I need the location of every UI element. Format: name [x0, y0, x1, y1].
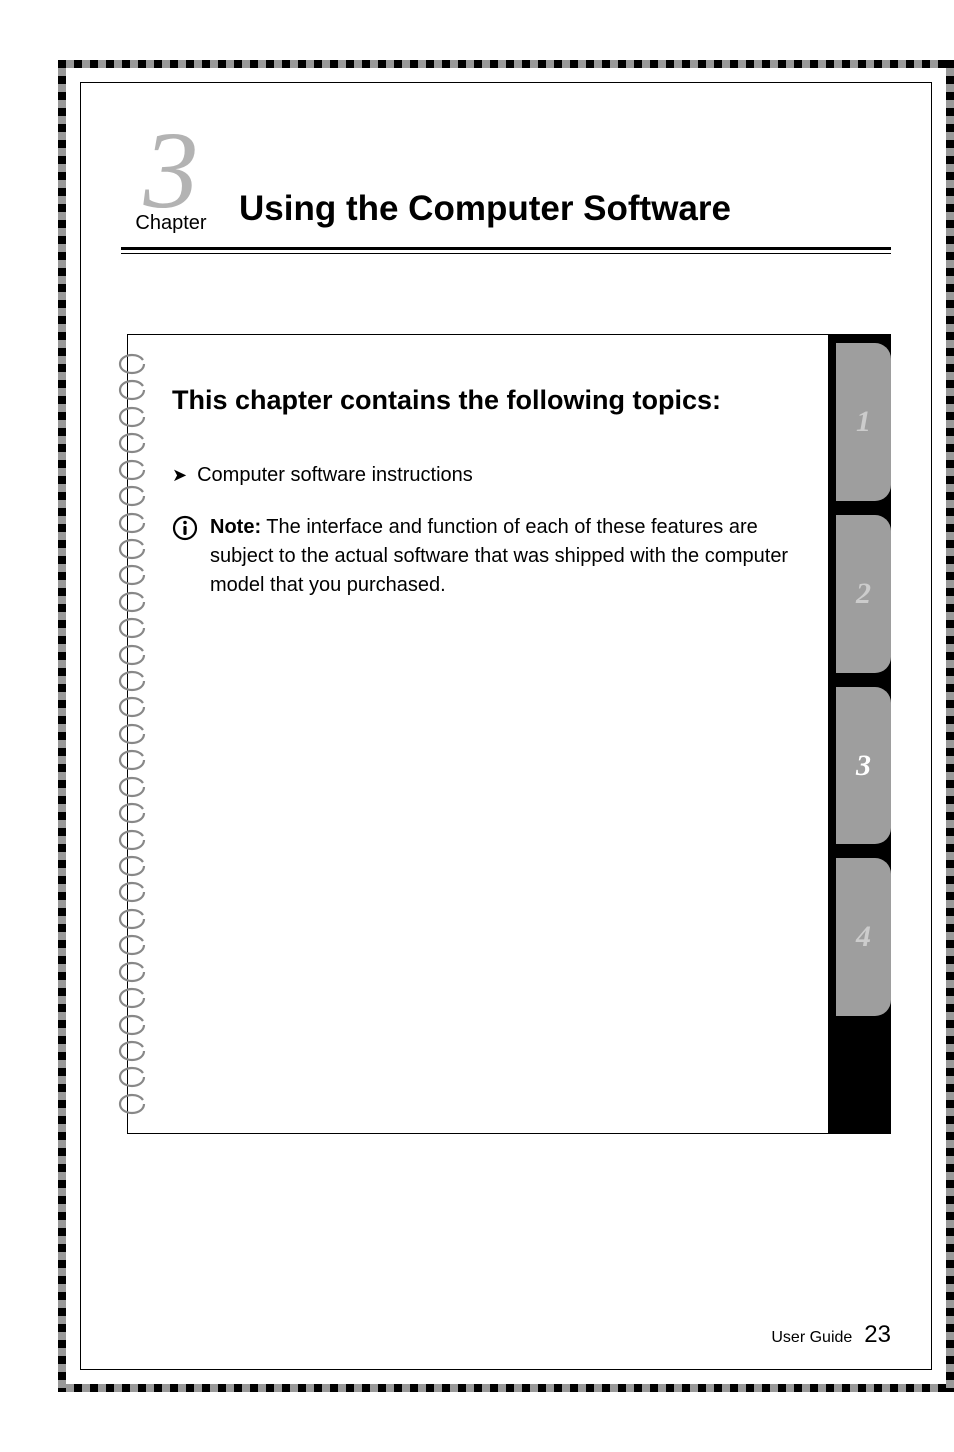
info-icon — [172, 515, 198, 541]
spiral-ring-icon — [116, 987, 146, 1009]
chapter-header: 3 Chapter Using the Computer Software — [121, 121, 891, 235]
spiral-ring-icon — [116, 459, 146, 481]
spiral-ring-icon — [116, 723, 146, 745]
spiral-ring-icon — [116, 829, 146, 851]
note-block: Note: The interface and function of each… — [172, 513, 806, 600]
spiral-ring-icon — [116, 564, 146, 586]
content-card: This chapter contains the following topi… — [127, 334, 891, 1134]
page-frame: 3 Chapter Using the Computer Software — [80, 82, 932, 1370]
chapter-number: 3 — [121, 121, 221, 220]
spiral-ring-icon — [116, 802, 146, 824]
spiral-ring-icon — [116, 776, 146, 798]
spiral-ring-icon — [116, 485, 146, 507]
spiral-ring-icon — [116, 908, 146, 930]
chapter-badge: 3 Chapter — [121, 121, 221, 235]
page-footer: User Guide 23 — [771, 1321, 891, 1349]
arrow-icon: ➤ — [172, 465, 187, 486]
spiral-ring-icon — [116, 881, 146, 903]
footer-label: User Guide — [771, 1329, 852, 1347]
spiral-ring-icon — [116, 1066, 146, 1088]
spiral-ring-icon — [116, 1014, 146, 1036]
spiral-ring-icon — [116, 1093, 146, 1115]
spiral-ring-icon — [116, 617, 146, 639]
note-label: Note: — [210, 516, 261, 538]
chapter-tabs: 1 2 3 4 — [828, 335, 890, 1133]
chapter-label: Chapter — [121, 212, 221, 235]
bullet-text: Computer software instructions — [197, 464, 473, 487]
spiral-ring-icon — [116, 644, 146, 666]
spiral-ring-icon — [116, 512, 146, 534]
spiral-ring-icon — [116, 749, 146, 771]
note-text: Note: The interface and function of each… — [210, 513, 806, 600]
spiral-ring-icon — [116, 934, 146, 956]
card-body: This chapter contains the following topi… — [158, 335, 828, 1133]
chapter-tab-1[interactable]: 1 — [836, 343, 891, 501]
chapter-title: Using the Computer Software — [239, 189, 731, 235]
spiral-ring-icon — [116, 670, 146, 692]
double-rule — [121, 247, 891, 254]
chapter-tab-2[interactable]: 2 — [836, 515, 891, 673]
spiral-ring-icon — [116, 353, 146, 375]
spiral-ring-icon — [116, 855, 146, 877]
chapter-tab-4[interactable]: 4 — [836, 858, 891, 1016]
spiral-ring-icon — [116, 406, 146, 428]
note-body: The interface and function of each of th… — [210, 516, 788, 596]
chapter-tab-3[interactable]: 3 — [836, 687, 891, 845]
spiral-ring-icon — [116, 432, 146, 454]
content-card-wrap: This chapter contains the following topi… — [127, 334, 891, 1134]
spiral-ring-icon — [116, 379, 146, 401]
page-number: 23 — [864, 1321, 891, 1349]
spiral-ring-icon — [116, 1040, 146, 1062]
bullet-item: ➤ Computer software instructions — [172, 464, 806, 487]
topics-heading: This chapter contains the following topi… — [172, 383, 806, 418]
spiral-ring-icon — [116, 538, 146, 560]
spiral-ring-icon — [116, 696, 146, 718]
spiral-ring-icon — [116, 961, 146, 983]
tab-spacer — [836, 1030, 890, 1125]
spiral-binding — [116, 335, 158, 1133]
spiral-ring-icon — [116, 591, 146, 613]
